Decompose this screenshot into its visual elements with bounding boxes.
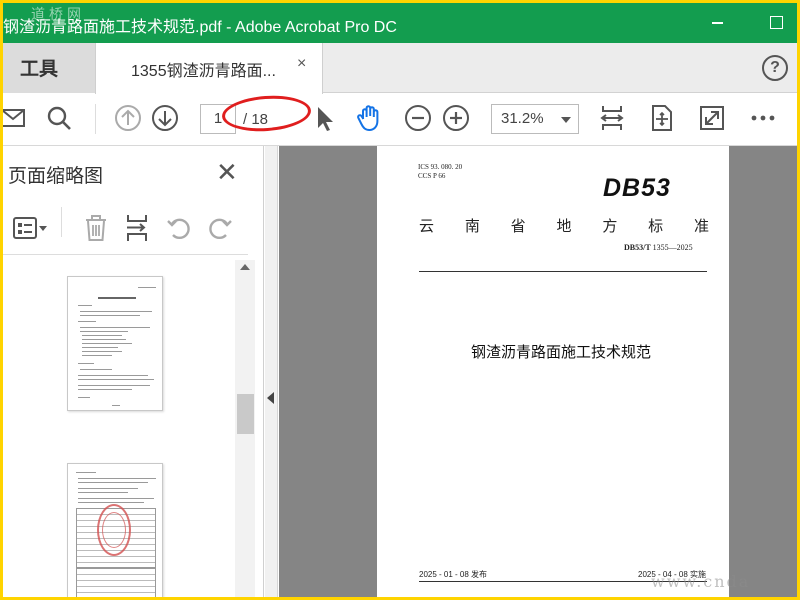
close-icon[interactable]: ✕ [216,159,238,185]
scrollbar-thumb[interactable] [237,394,254,434]
standard-prefix: DB53/T [624,243,651,252]
maximize-button[interactable] [767,12,787,32]
ccs-line: CCS P 66 [418,172,446,180]
standard-number: 1355—2025 [652,243,693,252]
issue-date: 2025 - 01 - 08 发布 [419,570,488,579]
tab-tools[interactable]: 工具 [3,43,95,93]
authority-char: 省 [510,218,526,235]
tab-document-label: 1355钢渣沥青路面... [131,63,276,80]
header-rule [419,271,707,272]
pane-title: 页面缩略图 [8,166,104,187]
minimize-button[interactable] [708,12,728,32]
bottom-watermark: www.cnda [651,572,751,591]
ics-line: ICS 93. 080. 20 [418,163,463,171]
help-icon[interactable]: ? [762,55,788,81]
authority-char: 准 [693,218,709,235]
thumbnail-toolbar [3,205,248,255]
page-thumbnail[interactable] [67,463,163,597]
toolbar-divider [95,104,96,134]
rotate-right-icon[interactable] [205,213,235,243]
title-bar: 钢渣沥青路面施工技术规范.pdf - Adobe Acrobat Pro DC … [3,3,797,43]
rotate-left-icon[interactable] [164,213,194,243]
chevron-down-icon [561,117,571,123]
search-icon[interactable] [44,103,74,133]
scroll-up-arrow[interactable] [240,264,250,270]
mail-icon[interactable] [3,103,29,133]
zoom-out-icon[interactable] [403,103,433,133]
db-mark: DB53 [603,174,671,202]
document-view[interactable]: ICS 93. 080. 20 CCS P 66 DB53 云 南 省 地 方 … [279,146,797,597]
standard-code: DB53/T 1355—2025 [624,243,693,252]
fit-width-icon[interactable] [597,103,627,133]
hand-tool-icon[interactable] [354,103,384,133]
authority-char: 方 [602,218,618,235]
main-toolbar: 1 / 18 31.2% [3,92,797,146]
thumbnail-pane: 页面缩略图 ✕ [3,146,264,597]
zoom-select[interactable]: 31.2% [491,104,579,134]
document-title: 钢渣沥青路面施工技术规范 [471,344,652,361]
thumbnail-scrollbar[interactable] [235,260,255,597]
thumbnail-options-icon[interactable] [11,213,51,243]
zoom-value: 31.2% [501,110,544,127]
acrobat-window: 钢渣沥青路面施工技术规范.pdf - Adobe Acrobat Pro DC … [3,3,797,597]
scroll-mode-icon[interactable] [647,103,677,133]
full-screen-icon[interactable] [697,103,727,133]
corner-watermark: 道桥网 [31,7,85,23]
collapse-pane-icon[interactable] [267,392,274,404]
page-down-icon[interactable] [150,103,180,133]
more-icon[interactable] [748,103,778,133]
authority-char: 南 [464,218,480,235]
page-thumbnail[interactable] [67,276,163,411]
toolbar-divider [61,207,62,237]
authority-char: 地 [556,218,572,235]
select-pointer-icon[interactable] [309,103,339,133]
red-highlight-ellipse [220,92,313,135]
thumbnail-list: 7 [3,256,235,597]
issuing-authority: 云 南 省 地 方 标 准 [419,215,709,236]
tab-document[interactable]: 1355钢渣沥青路面... × [95,43,323,94]
tab-close-button[interactable]: × [297,55,306,73]
authority-char: 云 [419,218,435,235]
pane-splitter[interactable] [265,146,278,597]
ics-code: ICS 93. 080. 20 CCS P 66 [418,163,462,181]
tab-bar: 工具 1355钢渣沥青路面... × ? [3,43,797,94]
zoom-in-icon[interactable] [441,103,471,133]
delete-page-icon[interactable] [81,213,111,243]
insert-page-icon[interactable] [123,213,153,243]
authority-char: 标 [648,218,664,235]
pdf-page: ICS 93. 080. 20 CCS P 66 DB53 云 南 省 地 方 … [377,146,729,597]
page-up-icon[interactable] [113,103,143,133]
